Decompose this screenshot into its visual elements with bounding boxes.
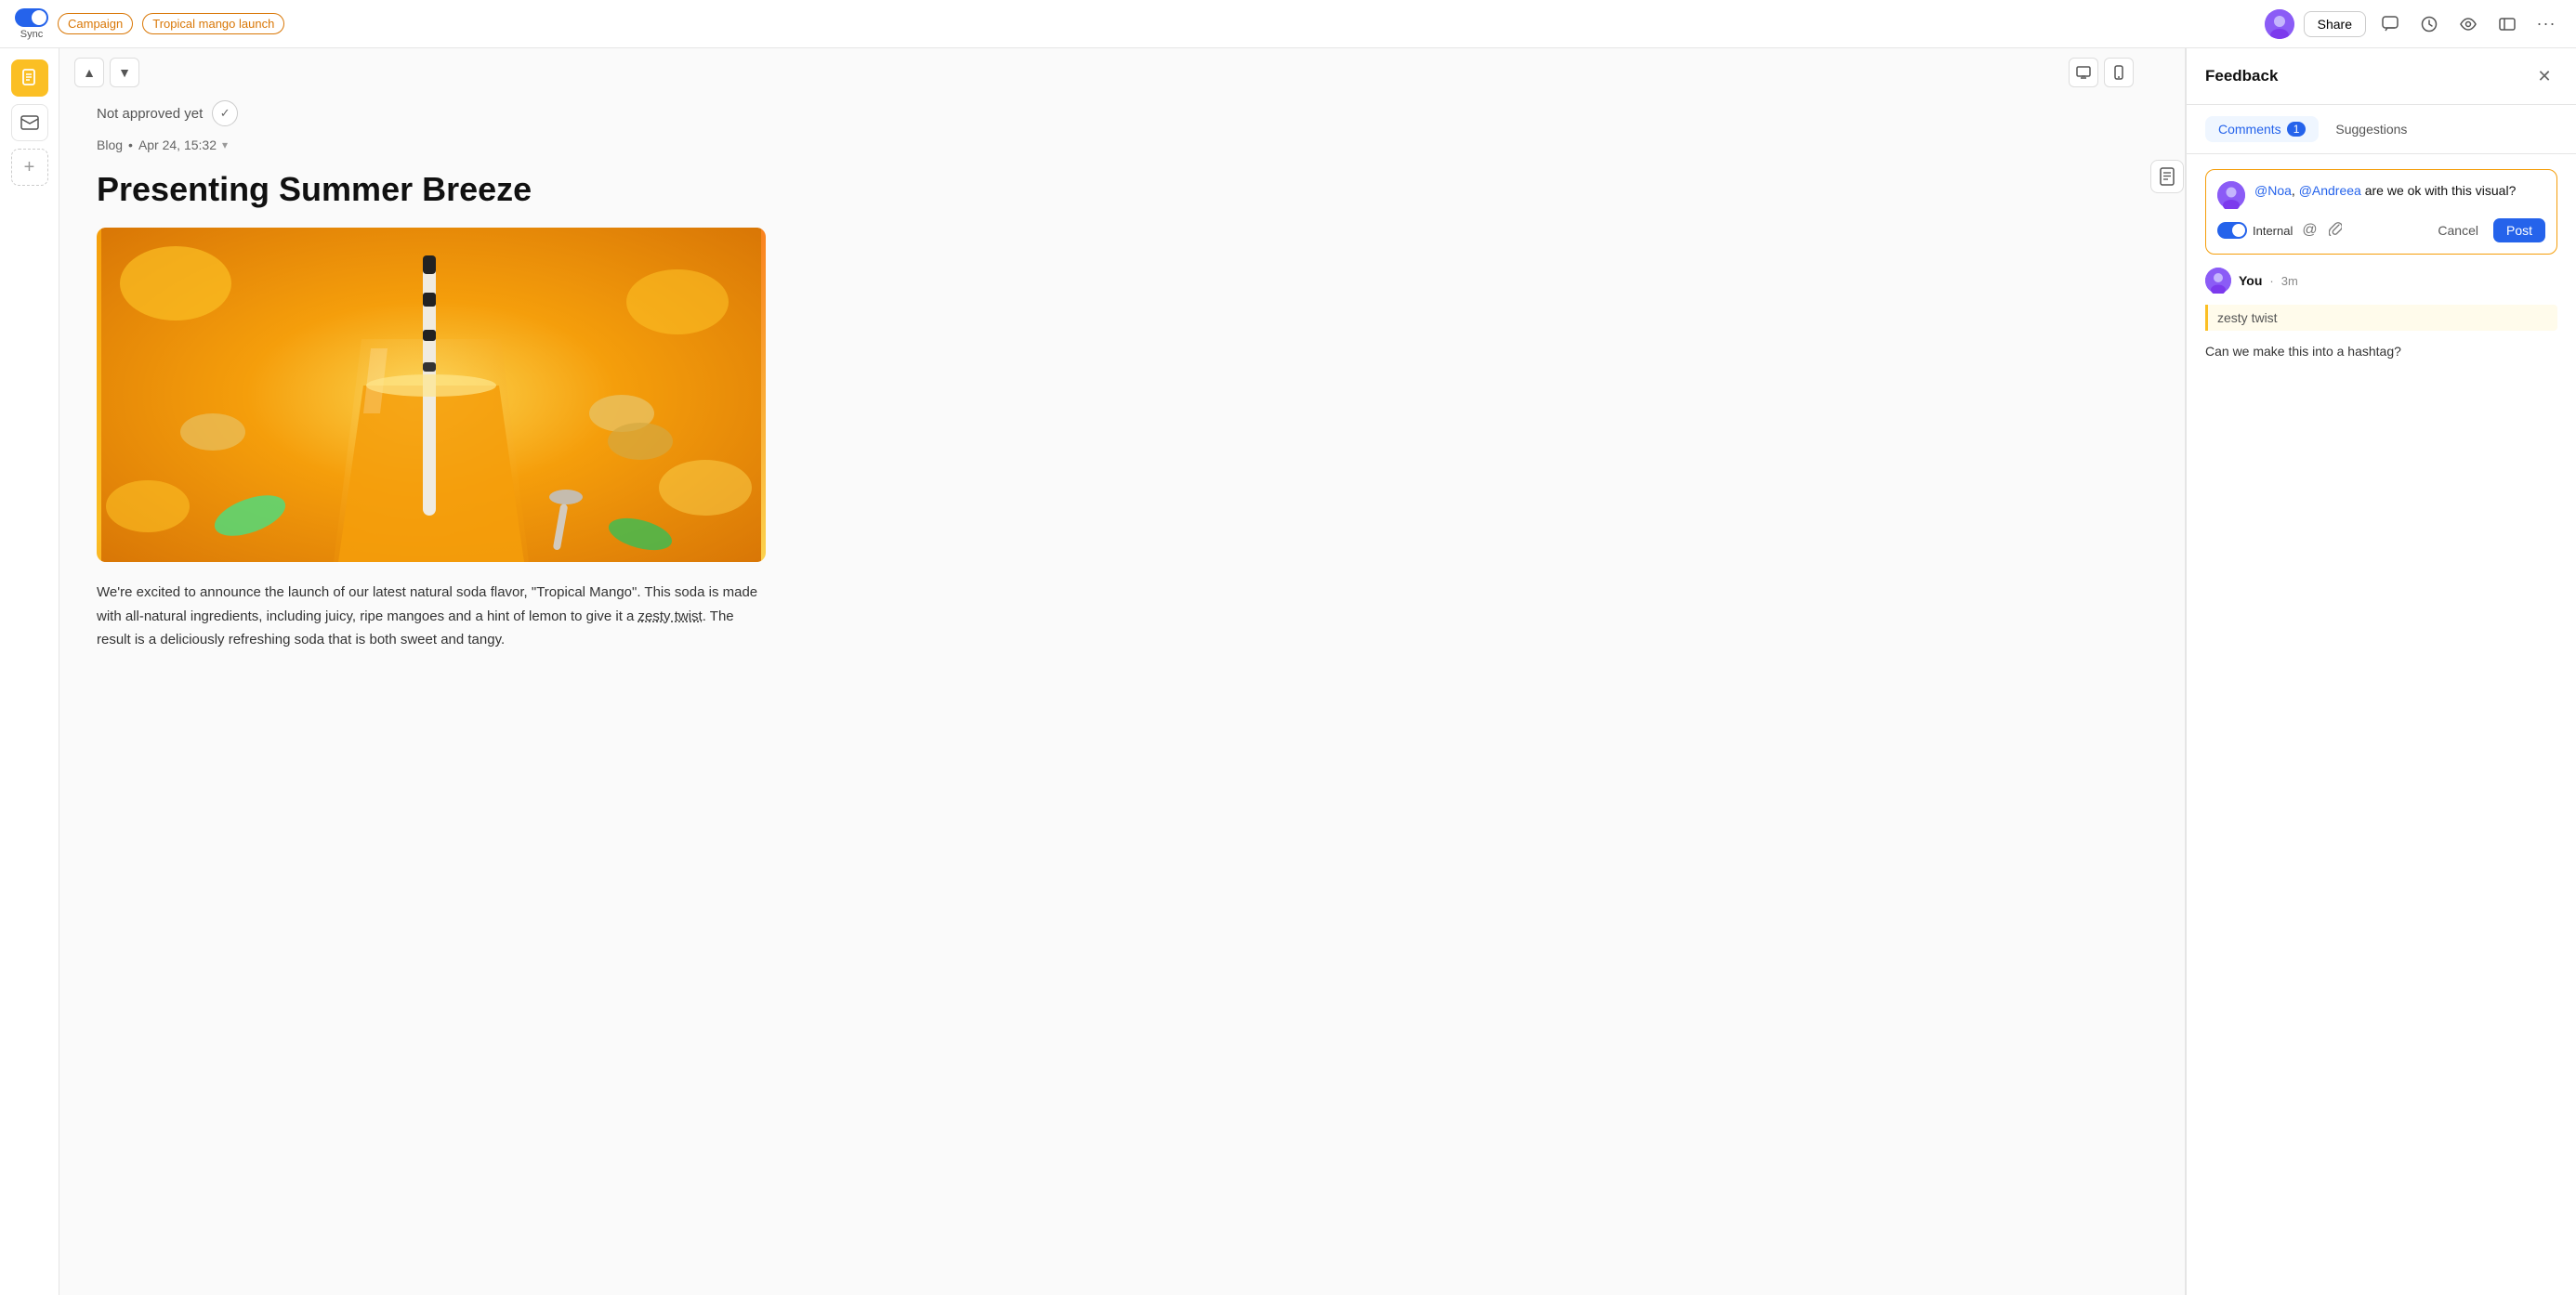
sidebar-item-pages[interactable] bbox=[11, 59, 48, 97]
tab-comments-badge: 1 bbox=[2287, 122, 2307, 137]
chevron-up-button[interactable]: ▲ bbox=[74, 58, 104, 87]
sync-label: Sync bbox=[20, 29, 43, 40]
comment-user-avatar bbox=[2205, 268, 2231, 294]
comment-quote: zesty twist bbox=[2205, 305, 2557, 331]
topbar-right: Share ··· bbox=[2265, 9, 2561, 39]
doc-type: Blog bbox=[97, 137, 123, 152]
doc-meta-chevron-icon[interactable]: ▾ bbox=[222, 138, 228, 151]
doc-date: Apr 24, 15:32 bbox=[138, 137, 217, 152]
doc-body-zesty: zesty twist bbox=[638, 608, 703, 624]
left-sidebar: + bbox=[0, 48, 59, 1295]
feedback-body: @Noa, @Andreea are we ok with this visua… bbox=[2187, 154, 2576, 1295]
comment-rest-text: are we ok with this visual? bbox=[2365, 183, 2517, 198]
tab-comments-label: Comments bbox=[2218, 122, 2281, 137]
doc-meta: Blog • Apr 24, 15:32 ▾ bbox=[97, 137, 766, 152]
comment-input-avatar bbox=[2217, 181, 2245, 209]
comment-body-text: Can we make this into a hashtag? bbox=[2205, 342, 2557, 361]
mention-noa: @Noa bbox=[2254, 183, 2292, 198]
mobile-view-button[interactable] bbox=[2104, 58, 2134, 87]
doc-float-button[interactable] bbox=[2150, 160, 2184, 193]
internal-toggle: Internal bbox=[2217, 222, 2293, 239]
sidebar-add-button[interactable]: + bbox=[11, 149, 48, 186]
comment-time-value: 3m bbox=[2281, 274, 2298, 288]
not-approved-label: Not approved yet bbox=[97, 106, 203, 122]
internal-label: Internal bbox=[2253, 224, 2293, 238]
doc-content: Blog • Apr 24, 15:32 ▾ Presenting Summer… bbox=[59, 137, 803, 689]
comment-user-row: You · 3m bbox=[2205, 268, 2557, 294]
chevron-down-button[interactable]: ▼ bbox=[110, 58, 139, 87]
topbar-left: Sync Campaign Tropical mango launch bbox=[15, 8, 284, 40]
approve-check-button[interactable]: ✓ bbox=[212, 100, 238, 126]
tag-tropical[interactable]: Tropical mango launch bbox=[142, 13, 284, 34]
paperclip-icon[interactable] bbox=[2327, 219, 2344, 242]
tag-campaign[interactable]: Campaign bbox=[58, 13, 133, 34]
at-icon[interactable]: @ bbox=[2300, 220, 2319, 241]
toggle-switch[interactable] bbox=[15, 8, 48, 27]
comments-icon-btn[interactable] bbox=[2375, 9, 2405, 39]
comment-footer: Internal @ Cancel Post bbox=[2217, 218, 2545, 242]
more-icon-btn[interactable]: ··· bbox=[2531, 9, 2561, 39]
comment-input-row: @Noa, @Andreea are we ok with this visua… bbox=[2217, 181, 2545, 209]
hero-svg bbox=[97, 228, 766, 562]
comment-input-box: @Noa, @Andreea are we ok with this visua… bbox=[2205, 169, 2557, 255]
doc-title: Presenting Summer Breeze bbox=[97, 169, 766, 209]
desktop-view-button[interactable] bbox=[2069, 58, 2098, 87]
doc-toolbar-right bbox=[2069, 58, 2134, 87]
internal-toggle-knob bbox=[2232, 224, 2245, 237]
history-icon-btn[interactable] bbox=[2414, 9, 2444, 39]
topbar: Sync Campaign Tropical mango launch Shar… bbox=[0, 0, 2576, 48]
comment-username: You bbox=[2239, 273, 2262, 288]
comment-time: · bbox=[2269, 274, 2273, 288]
doc-hero-image bbox=[97, 228, 766, 562]
avatar bbox=[2265, 9, 2294, 39]
toggle-knob bbox=[32, 10, 46, 25]
doc-toolbar: ▲ ▼ bbox=[59, 48, 2149, 97]
doc-toolbar-left: ▲ ▼ bbox=[74, 58, 139, 87]
internal-toggle-switch[interactable] bbox=[2217, 222, 2247, 239]
feedback-title: Feedback bbox=[2205, 67, 2278, 85]
doc-body: We're excited to announce the launch of … bbox=[97, 581, 766, 652]
feedback-header: Feedback ✕ bbox=[2187, 48, 2576, 105]
main-layout: + ▲ ▼ bbox=[0, 48, 2576, 1295]
doc-area: ▲ ▼ bbox=[59, 48, 2149, 1295]
comment-input-text[interactable]: @Noa, @Andreea are we ok with this visua… bbox=[2254, 181, 2545, 201]
doc-separator: • bbox=[128, 137, 133, 152]
content-wrapper: ▲ ▼ bbox=[59, 48, 2576, 1295]
eye-icon-btn[interactable] bbox=[2453, 9, 2483, 39]
feedback-panel: Feedback ✕ Comments 1 Suggestions bbox=[2186, 48, 2576, 1295]
sidebar-icon-btn[interactable] bbox=[2492, 9, 2522, 39]
sidebar-item-mail[interactable] bbox=[11, 104, 48, 141]
share-button[interactable]: Share bbox=[2304, 11, 2366, 37]
status-bar: Not approved yet ✓ bbox=[59, 97, 2149, 137]
tab-comments[interactable]: Comments 1 bbox=[2205, 116, 2319, 142]
tab-suggestions[interactable]: Suggestions bbox=[2322, 116, 2420, 142]
feedback-tabs: Comments 1 Suggestions bbox=[2187, 105, 2576, 154]
side-panel-icon bbox=[2149, 48, 2186, 1295]
mention-andreea: @Andreea bbox=[2299, 183, 2361, 198]
add-icon: + bbox=[24, 157, 35, 178]
sync-toggle[interactable]: Sync bbox=[15, 8, 48, 40]
comment-actions: Cancel Post bbox=[2430, 218, 2545, 242]
post-comment-button[interactable]: Post bbox=[2493, 218, 2545, 242]
close-feedback-button[interactable]: ✕ bbox=[2531, 63, 2557, 89]
cancel-comment-button[interactable]: Cancel bbox=[2430, 219, 2486, 242]
comment-thread: You · 3m zesty twist Can we make this in… bbox=[2205, 268, 2557, 361]
tab-suggestions-label: Suggestions bbox=[2335, 122, 2407, 137]
